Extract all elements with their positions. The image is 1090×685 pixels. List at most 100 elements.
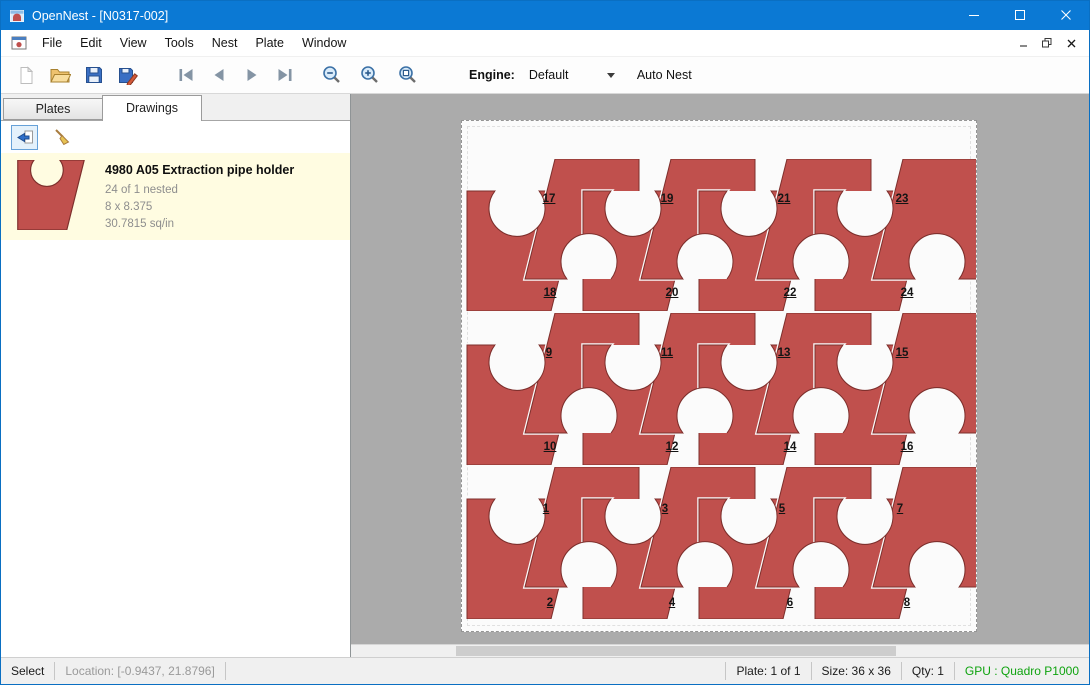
replace-drawing-icon <box>15 129 34 146</box>
titlebar: OpenNest - [N0317-002] <box>1 1 1089 30</box>
part-label: 11 <box>661 347 673 359</box>
part-label: 22 <box>784 287 797 299</box>
drawings-toolbar <box>1 121 350 153</box>
tab-strip: Plates Drawings <box>1 94 350 120</box>
part-label: 13 <box>778 347 791 359</box>
status-location: Location: [-0.9437, 21.8796] <box>55 664 224 678</box>
drawing-item-info: 4980 A05 Extraction pipe holder 24 of 1 … <box>105 160 294 233</box>
menubar: File Edit View Tools Nest Plate Window <box>1 30 1089 56</box>
engine-label: Engine: <box>469 68 515 82</box>
mdi-minimize-button[interactable] <box>1011 33 1035 53</box>
open-button[interactable] <box>43 60 77 90</box>
close-button[interactable] <box>1043 1 1089 30</box>
part-label: 14 <box>784 441 797 453</box>
zoom-out-button[interactable] <box>313 60 351 90</box>
h-scrollbar-thumb[interactable] <box>456 646 896 656</box>
status-plate: Plate: 1 of 1 <box>726 664 810 678</box>
status-divider <box>225 662 226 680</box>
nav-last-icon <box>275 67 295 83</box>
zoom-in-icon <box>359 65 381 85</box>
minimize-button[interactable] <box>951 1 997 30</box>
menu-tools[interactable]: Tools <box>156 31 203 55</box>
save-edit-icon <box>118 66 139 85</box>
close-icon <box>1061 10 1072 21</box>
mdi-document-icon[interactable] <box>11 36 27 50</box>
part-label: 17 <box>543 193 556 205</box>
mdi-restore-icon <box>1042 38 1052 48</box>
mdi-close-button[interactable] <box>1059 33 1083 53</box>
nav-first-icon <box>176 67 196 83</box>
part-label: 4 <box>669 597 675 609</box>
nav-next-icon <box>242 67 262 83</box>
sidebar: Plates Drawings <box>1 94 351 657</box>
drawing-area: 30.7815 sq/in <box>105 216 294 233</box>
part-label: 21 <box>778 193 791 205</box>
drawing-list-item[interactable]: 4980 A05 Extraction pipe holder 24 of 1 … <box>1 153 350 240</box>
menu-plate[interactable]: Plate <box>246 31 293 55</box>
part-label: 15 <box>896 347 909 359</box>
content-area: Plates Drawings <box>1 94 1089 657</box>
zoom-fit-button[interactable] <box>389 60 427 90</box>
chevron-down-icon <box>607 73 615 78</box>
nav-next-button[interactable] <box>235 60 268 90</box>
engine-select[interactable]: Default <box>525 63 621 87</box>
drawing-title: 4980 A05 Extraction pipe holder <box>105 163 294 177</box>
part-label: 16 <box>901 441 914 453</box>
status-qty: Qty: 1 <box>902 664 954 678</box>
nav-prev-icon <box>209 67 229 83</box>
mdi-restore-button[interactable] <box>1035 33 1059 53</box>
mdi-minimize-icon <box>1019 39 1028 48</box>
part-label: 10 <box>544 441 557 453</box>
auto-nest-button[interactable]: Auto Nest <box>637 68 692 82</box>
tab-plates[interactable]: Plates <box>3 98 103 120</box>
broom-icon <box>53 128 71 146</box>
app-window: OpenNest - [N0317-002] File Edit View To… <box>0 0 1090 685</box>
part-label: 20 <box>666 287 679 299</box>
nav-first-button[interactable] <box>169 60 202 90</box>
plate[interactable]: 171921231820222491113151012141613572468 <box>461 120 977 632</box>
zoom-in-button[interactable] <box>351 60 389 90</box>
drawing-size: 8 x 8.375 <box>105 199 294 216</box>
part-label: 12 <box>666 441 679 453</box>
part-label: 7 <box>897 503 903 515</box>
main-toolbar: Engine: Default Auto Nest <box>1 56 1089 94</box>
part-label: 6 <box>787 597 793 609</box>
save-button[interactable] <box>77 60 111 90</box>
nest-canvas[interactable]: 171921231820222491113151012141613572468 <box>351 94 1089 657</box>
new-button[interactable] <box>9 60 43 90</box>
part-label: 8 <box>904 597 910 609</box>
nest-band-3 <box>464 467 976 619</box>
open-folder-icon <box>50 66 71 84</box>
part-label: 1 <box>543 503 549 515</box>
save-as-button[interactable] <box>111 60 145 90</box>
clean-button[interactable] <box>48 125 75 150</box>
app-icon <box>9 8 25 24</box>
new-file-icon <box>17 66 35 85</box>
nest-band-1 <box>464 159 976 311</box>
nav-last-button[interactable] <box>268 60 301 90</box>
minimize-icon <box>969 10 980 21</box>
part-label: 3 <box>662 503 668 515</box>
statusbar: Select Location: [-0.9437, 21.8796] Plat… <box>1 657 1089 684</box>
status-gpu: GPU : Quadro P1000 <box>955 664 1089 678</box>
zoom-out-icon <box>321 65 343 85</box>
tab-drawings[interactable]: Drawings <box>102 95 202 121</box>
menu-window[interactable]: Window <box>293 31 355 55</box>
window-title: OpenNest - [N0317-002] <box>32 9 168 23</box>
part-label: 9 <box>546 347 552 359</box>
nav-prev-button[interactable] <box>202 60 235 90</box>
part-label: 19 <box>661 193 674 205</box>
maximize-icon <box>1015 10 1026 21</box>
engine-selected-value: Default <box>529 68 569 82</box>
menu-view[interactable]: View <box>111 31 156 55</box>
menu-nest[interactable]: Nest <box>203 31 247 55</box>
maximize-button[interactable] <box>997 1 1043 30</box>
menu-file[interactable]: File <box>33 31 71 55</box>
replace-drawing-button[interactable] <box>11 125 38 150</box>
part-thumbnail <box>11 160 91 230</box>
part-label: 18 <box>544 287 557 299</box>
h-scrollbar[interactable] <box>351 644 1089 657</box>
menu-edit[interactable]: Edit <box>71 31 111 55</box>
status-size: Size: 36 x 36 <box>812 664 901 678</box>
zoom-fit-icon <box>397 65 419 85</box>
